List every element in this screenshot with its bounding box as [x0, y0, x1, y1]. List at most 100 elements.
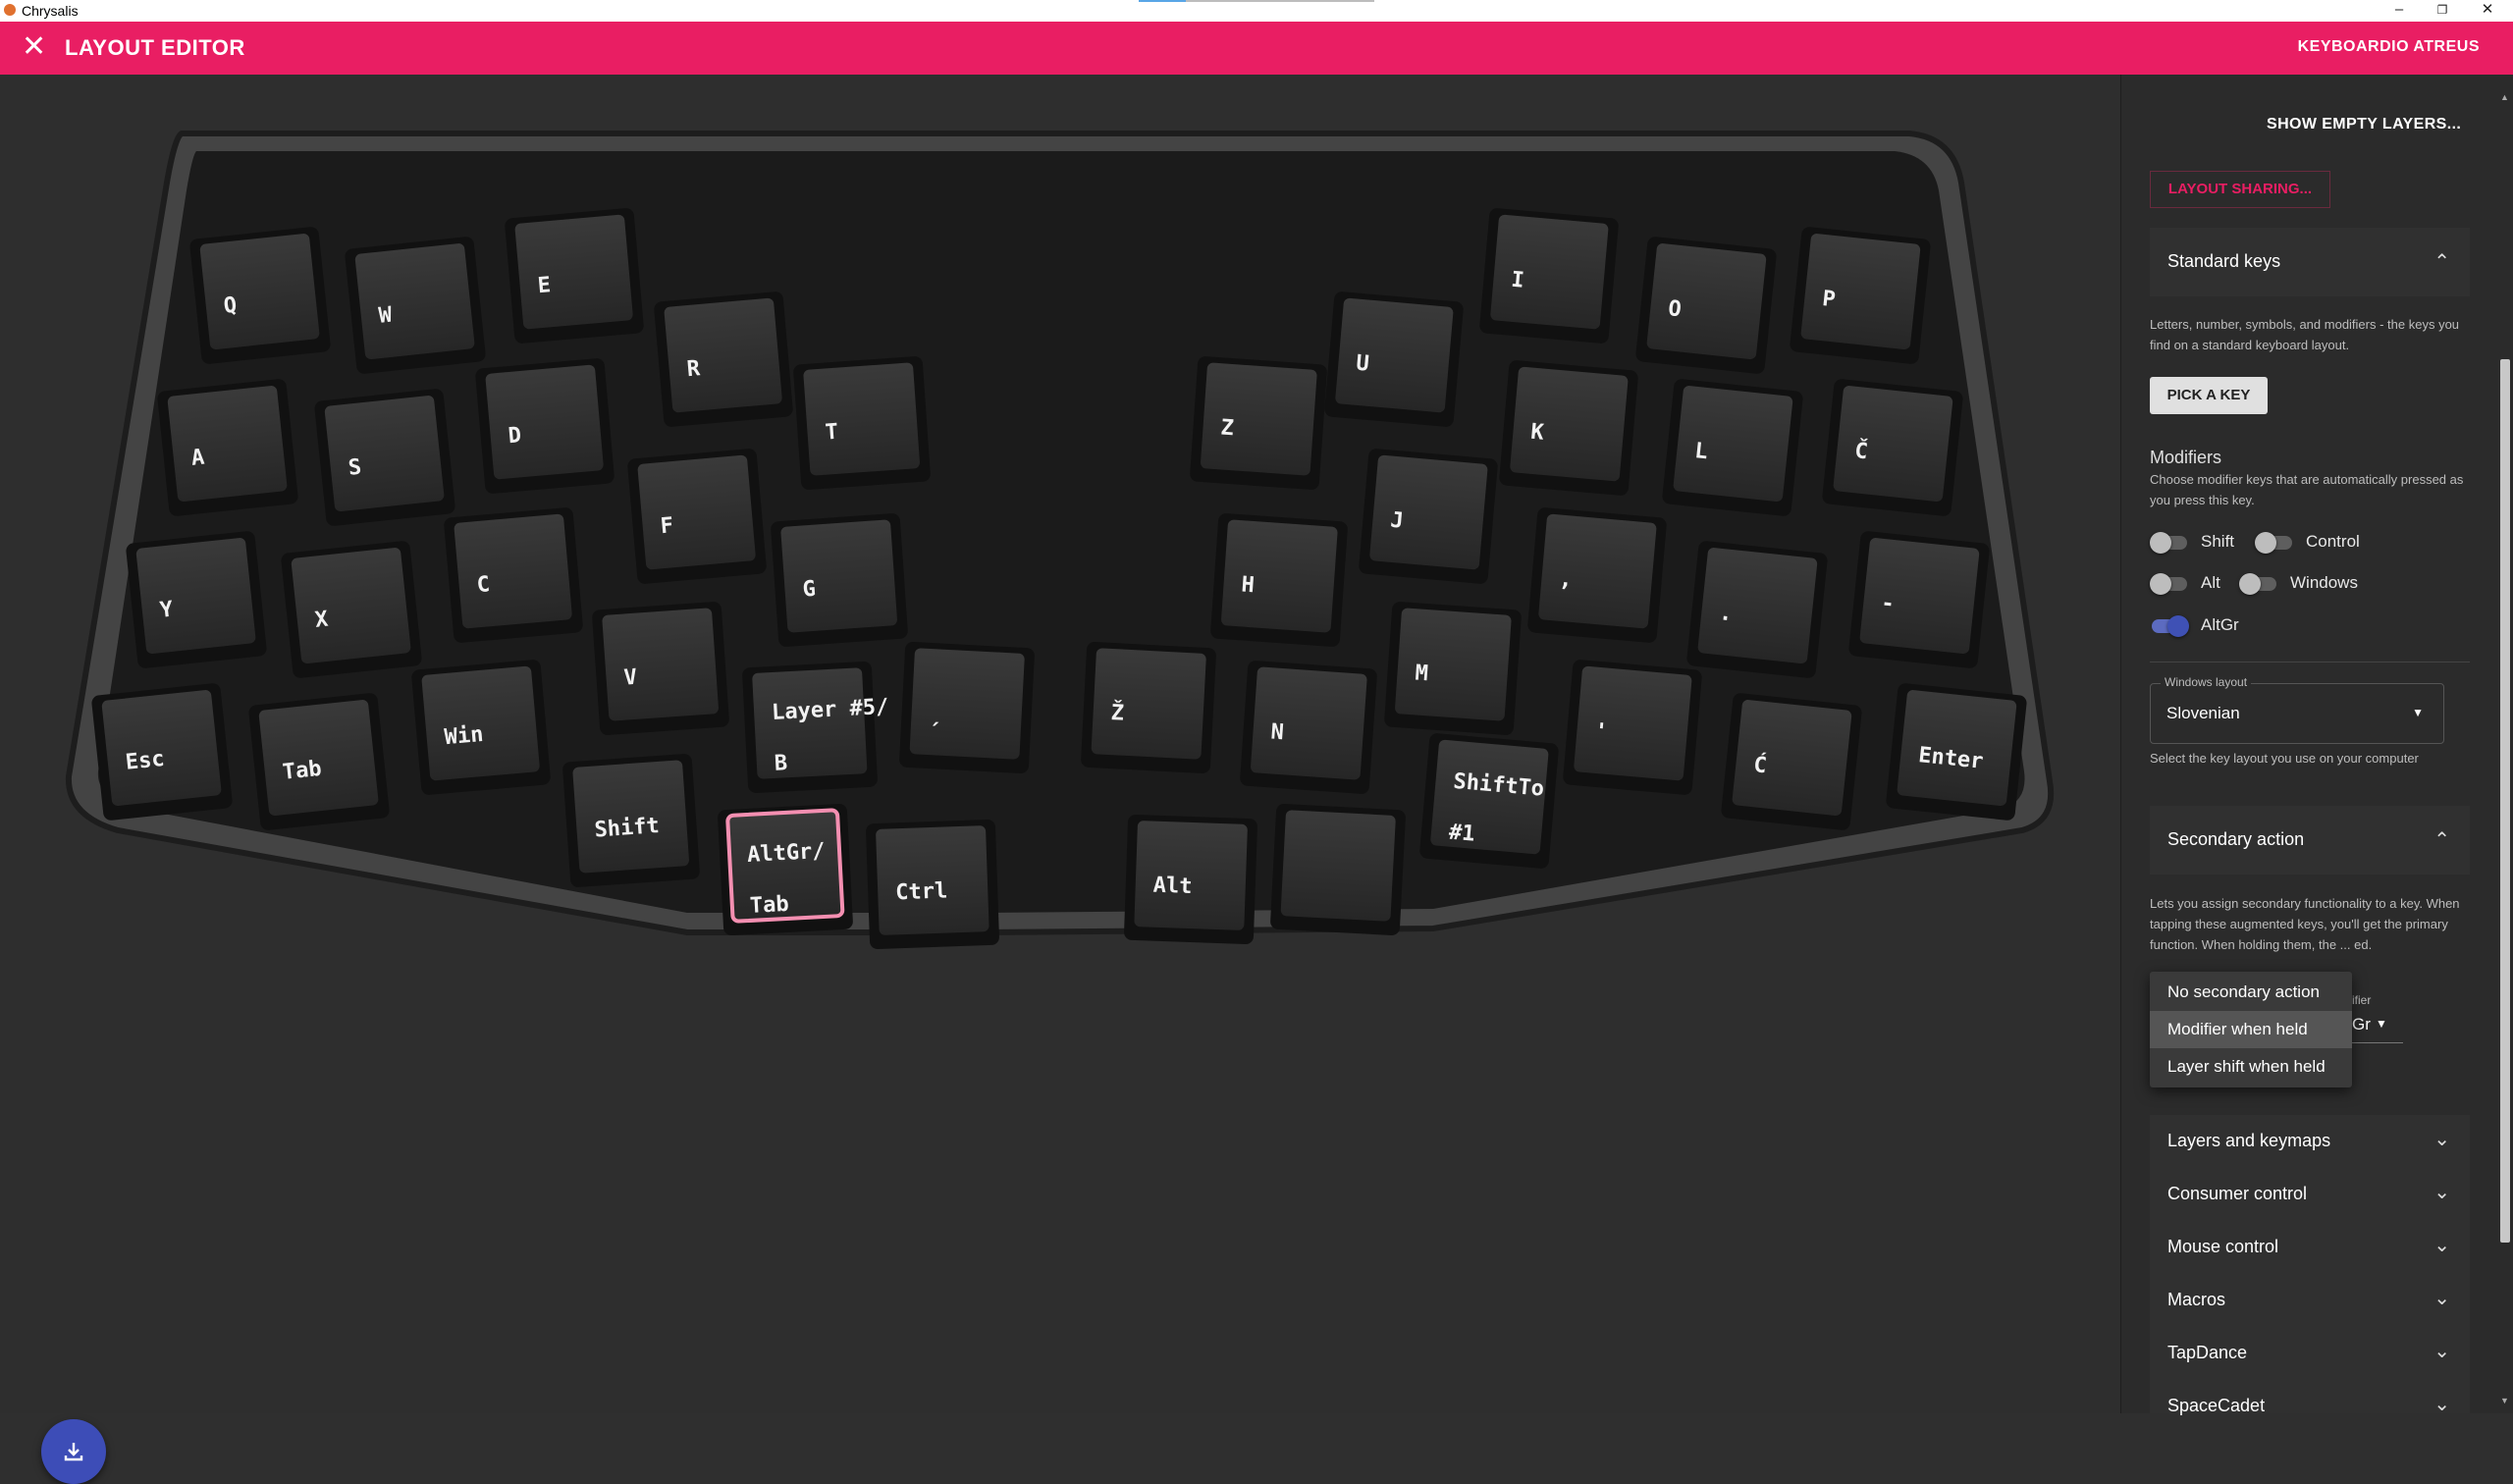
- key-comma[interactable]: ,: [1527, 506, 1668, 643]
- key-i[interactable]: I: [1479, 207, 1620, 344]
- layout-sharing-button[interactable]: LAYOUT SHARING...: [2150, 171, 2330, 208]
- scroll-up-icon[interactable]: ▲: [2500, 92, 2509, 102]
- key-j[interactable]: J: [1359, 448, 1499, 584]
- key-y[interactable]: Y: [126, 530, 268, 668]
- secondary-modifier-select[interactable]: ifier Gr ▼: [2352, 993, 2403, 1043]
- key-k[interactable]: K: [1499, 359, 1639, 496]
- key-label: T: [825, 420, 839, 446]
- key-label: AltGr/: [747, 839, 827, 868]
- keycap-top: [909, 648, 1025, 760]
- key-tab[interactable]: Tab: [248, 692, 391, 830]
- keycap-top: [1673, 386, 1793, 502]
- key-e[interactable]: E: [505, 207, 645, 344]
- key-label: H: [1241, 572, 1256, 598]
- show-empty-layers-button[interactable]: SHOW EMPTY LAYERS...: [2267, 116, 2461, 133]
- alt-toggle[interactable]: [2150, 572, 2189, 595]
- key-o[interactable]: O: [1635, 236, 1778, 374]
- keycap-top: [1201, 362, 1317, 476]
- key-minus[interactable]: -: [1848, 530, 1991, 668]
- key-esc[interactable]: Esc: [91, 682, 234, 821]
- key-apostrophe[interactable]: ': [1563, 659, 1703, 795]
- keycap-top: [1538, 513, 1657, 629]
- key-label: .: [1718, 601, 1734, 626]
- section-layers-and-keymaps[interactable]: Layers and keymaps ⌄: [2150, 1115, 2470, 1168]
- key-altgrtab[interactable]: AltGr/Tab: [718, 804, 854, 936]
- menu-item-no-secondary-action[interactable]: No secondary action: [2150, 974, 2352, 1011]
- keycap-top: [1280, 810, 1396, 922]
- key-s[interactable]: S: [314, 388, 456, 526]
- key-f[interactable]: F: [627, 448, 768, 584]
- section-consumer-control[interactable]: Consumer control ⌄: [2150, 1168, 2470, 1221]
- key-layer5b[interactable]: Layer #5/B: [742, 661, 893, 794]
- shift-toggle[interactable]: [2150, 531, 2189, 554]
- altgr-toggle[interactable]: [2150, 614, 2189, 637]
- key-r[interactable]: R: [654, 291, 794, 427]
- menu-item-modifier-when-held[interactable]: Modifier when held: [2150, 1011, 2352, 1048]
- keycap-top: [752, 667, 868, 779]
- key-m[interactable]: M: [1384, 602, 1523, 736]
- panel-scrollbar[interactable]: ▲ ▼: [2497, 75, 2513, 1413]
- key-t[interactable]: T: [793, 356, 932, 491]
- keycap-top: [1369, 454, 1488, 570]
- key-n[interactable]: N: [1240, 661, 1378, 795]
- standard-keys-header[interactable]: Standard keys ⌃: [2150, 228, 2470, 296]
- key-cacute[interactable]: Ć: [1721, 692, 1863, 830]
- key-shiftto1[interactable]: ShiftTo#1: [1419, 732, 1560, 869]
- close-icon[interactable]: ✕: [22, 31, 46, 63]
- chevron-down-icon: ⌄: [2433, 1182, 2450, 1203]
- window-close-button[interactable]: ✕: [2470, 0, 2505, 22]
- shift-label: Shift: [2201, 532, 2235, 551]
- save-changes-button[interactable]: [41, 1419, 106, 1484]
- windows-layout-select[interactable]: Windows layout Slovenian ▼: [2150, 675, 2444, 744]
- section-tapdance[interactable]: TapDance ⌄: [2150, 1327, 2470, 1380]
- key-z[interactable]: Z: [1190, 356, 1328, 491]
- keycap-top: [1859, 538, 1980, 654]
- key-period[interactable]: .: [1686, 540, 1829, 678]
- secondary-action-header[interactable]: Secondary action ⌃: [2150, 806, 2470, 874]
- key-x[interactable]: X: [281, 540, 423, 678]
- keycap-top: [1251, 666, 1367, 780]
- key-a[interactable]: A: [157, 378, 299, 516]
- pick-a-key-button[interactable]: PICK A KEY: [2150, 377, 2268, 414]
- section-spacecadet[interactable]: SpaceCadet ⌄: [2150, 1380, 2470, 1415]
- key-ccaron[interactable]: Č: [1822, 378, 1964, 516]
- key-alt[interactable]: Alt: [1124, 815, 1257, 945]
- keycap-top: [1091, 648, 1206, 760]
- key-label: A: [190, 446, 206, 471]
- windows-toggle[interactable]: [2239, 572, 2278, 595]
- restore-button[interactable]: ❐: [2425, 0, 2460, 22]
- key-label: Ž: [1110, 700, 1125, 726]
- key-w[interactable]: W: [345, 236, 487, 374]
- scroll-down-icon[interactable]: ▼: [2500, 1396, 2509, 1405]
- key-q[interactable]: Q: [189, 226, 332, 364]
- key-zcaron[interactable]: Ž: [1081, 642, 1217, 774]
- section-mouse-control[interactable]: Mouse control ⌄: [2150, 1221, 2470, 1274]
- menu-item-layer-shift-when-held[interactable]: Layer shift when held: [2150, 1048, 2352, 1086]
- key-win[interactable]: Win: [411, 659, 552, 795]
- key-shift[interactable]: Shift: [562, 754, 701, 888]
- control-toggle[interactable]: [2255, 531, 2294, 554]
- key-p[interactable]: P: [1790, 226, 1932, 364]
- minimize-button[interactable]: –: [2381, 0, 2417, 22]
- key-label: Win: [444, 722, 485, 750]
- keycap-top: [780, 519, 897, 633]
- key-ctrl[interactable]: Ctrl: [866, 820, 999, 950]
- key-enter[interactable]: Enter: [1886, 682, 2028, 821]
- key-l[interactable]: L: [1662, 378, 1804, 516]
- windows-layout-help: Select the key layout you use on your co…: [2150, 751, 2419, 766]
- key-c[interactable]: C: [444, 506, 584, 643]
- key-blank[interactable]: [1270, 804, 1407, 936]
- keycap-top: [1490, 214, 1609, 330]
- section-macros[interactable]: Macros ⌄: [2150, 1274, 2470, 1327]
- scrollbar-thumb[interactable]: [2500, 359, 2510, 1243]
- key-d[interactable]: D: [475, 357, 615, 494]
- keycap-top: [1335, 297, 1454, 413]
- key-backtick[interactable]: ˏ: [899, 642, 1036, 774]
- windows-label: Windows: [2290, 573, 2358, 592]
- key-h[interactable]: H: [1210, 513, 1349, 648]
- key-g[interactable]: G: [771, 513, 909, 648]
- key-u[interactable]: U: [1324, 291, 1465, 427]
- key-label: I: [1510, 268, 1524, 293]
- chevron-up-icon: ⌃: [2433, 251, 2450, 273]
- key-v[interactable]: V: [592, 602, 730, 736]
